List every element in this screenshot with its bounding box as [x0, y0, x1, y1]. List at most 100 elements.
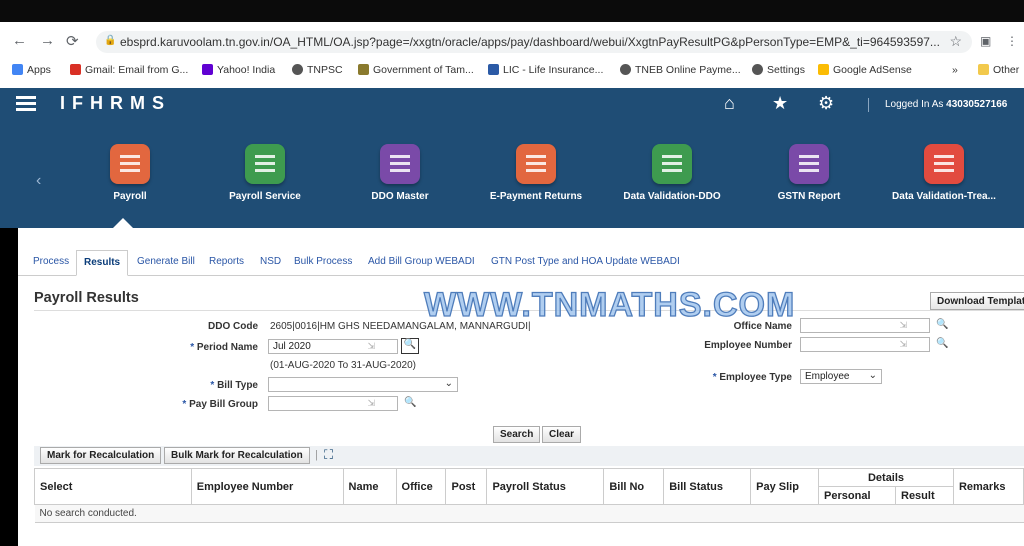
data-validation-tile-icon — [652, 144, 692, 184]
column-header[interactable]: Payroll Status — [486, 468, 605, 505]
address-row: ← → ⟳ 🔒 ebsprd.karuvoolam.tn.gov.in/OA_H… — [0, 22, 1024, 58]
bulk-mark-for-recalculation-button[interactable]: Bulk Mark for Recalculation — [164, 447, 310, 464]
yahoo-icon — [202, 64, 213, 75]
app-logo: IFHRMS — [60, 93, 171, 113]
results-toolbar: Mark for Recalculation Bulk Mark for Rec… — [34, 446, 1024, 466]
tile-label: Data Validation-Trea... — [892, 191, 996, 202]
bookmark-settings[interactable]: Settings — [752, 64, 805, 76]
home-icon[interactable]: ⌂ — [724, 93, 735, 114]
browser-chrome: ← → ⟳ 🔒 ebsprd.karuvoolam.tn.gov.in/OA_H… — [0, 22, 1024, 88]
column-header[interactable]: Office — [395, 468, 447, 505]
column-header[interactable]: Post — [445, 468, 488, 505]
column-header[interactable]: Bill No — [603, 468, 665, 505]
bookmark-government[interactable]: Government of Tam... — [358, 64, 474, 76]
office-search-icon[interactable]: 🔍 — [936, 319, 948, 330]
main-content: Process Results Generate Bill Reports NS… — [18, 228, 1024, 546]
column-header[interactable]: Pay Slip — [750, 468, 820, 505]
tile-data-validation-ddo[interactable]: Data Validation-DDO — [592, 144, 752, 202]
data-validation-treasury-tile-icon — [924, 144, 964, 184]
bookmarks-overflow[interactable]: » — [952, 64, 958, 76]
page-title: Payroll Results — [34, 290, 139, 306]
tab-add-bill-group[interactable]: Add Bill Group WEBADI — [368, 256, 475, 267]
column-header[interactable]: Remarks — [952, 468, 1024, 505]
tab-gtn-post-type[interactable]: GTN Post Type and HOA Update WEBADI — [491, 256, 680, 267]
logged-in-info: Logged In As 43030527166 — [885, 99, 1008, 110]
employee-type-label: * Employee Type — [712, 372, 792, 383]
column-subheader[interactable]: Result — [895, 486, 954, 505]
active-tile-pointer — [113, 218, 133, 228]
bookmark-yahoo[interactable]: Yahoo! India — [202, 64, 275, 76]
favorites-star-icon[interactable]: ★ — [772, 93, 788, 114]
bookmarks-bar: Apps Gmail: Email from G... Yahoo! India… — [0, 60, 1024, 82]
ddo-master-tile-icon — [380, 144, 420, 184]
tab-bulk-process[interactable]: Bulk Process — [294, 256, 352, 267]
tab-process[interactable]: Process — [33, 256, 69, 267]
chevron-down-icon: ⌄ — [444, 378, 453, 389]
lock-icon: 🔒 — [104, 35, 117, 46]
search-button[interactable]: Search — [493, 426, 541, 443]
employee-number-label: Employee Number — [704, 340, 792, 351]
period-name-input[interactable]: Jul 2020 ⇲ — [268, 339, 398, 354]
bookmark-adsense[interactable]: Google AdSense — [818, 64, 912, 76]
toolbar-separator: | — [315, 449, 318, 461]
carousel-left-icon[interactable]: ‹ — [36, 172, 41, 190]
results-table: Select Employee Number Name Office Post … — [34, 468, 1024, 523]
download-template-button[interactable]: Download Templat — [930, 292, 1024, 310]
tile-data-validation-treasury[interactable]: Data Validation-Trea... — [864, 144, 1024, 202]
bookmark-other[interactable]: Other — [978, 64, 1019, 76]
tab-generate-bill[interactable]: Generate Bill — [137, 256, 195, 267]
column-subheader[interactable]: Personal — [818, 486, 896, 505]
ddo-code-label: DDO Code — [208, 321, 258, 332]
bill-type-select[interactable]: ⌄ — [268, 377, 458, 392]
forward-icon[interactable]: → — [40, 32, 55, 49]
bookmark-apps[interactable]: Apps — [12, 64, 51, 76]
period-range: (01-AUG-2020 To 31-AUG-2020) — [270, 360, 416, 371]
emblem-icon — [358, 64, 369, 75]
gstn-report-tile-icon — [789, 144, 829, 184]
tab-nsd[interactable]: NSD — [260, 256, 281, 267]
bookmark-star-icon[interactable]: ☆ — [949, 33, 962, 50]
extension-icon[interactable]: ▣ — [980, 34, 991, 48]
office-name-label: Office Name — [733, 321, 792, 332]
lic-icon — [488, 64, 499, 75]
hamburger-menu-icon[interactable] — [16, 96, 36, 114]
e-payment-tile-icon — [516, 144, 556, 184]
ddo-code-value: 2605|0016|HM GHS NEEDAMANGALAM, MANNARGU… — [270, 321, 531, 332]
column-header[interactable]: Select — [34, 468, 192, 505]
back-icon[interactable]: ← — [12, 32, 27, 49]
payroll-tile-icon — [110, 144, 150, 184]
tab-reports[interactable]: Reports — [209, 256, 244, 267]
employee-type-select[interactable]: Employee ⌄ — [800, 369, 882, 384]
watermark-text: WWW.TNMATHS.COM — [423, 285, 796, 324]
tab-results[interactable]: Results — [76, 250, 129, 276]
mark-for-recalculation-button[interactable]: Mark for Recalculation — [40, 447, 162, 464]
header-separator — [868, 98, 869, 112]
bookmark-lic[interactable]: LIC - Life Insurance... — [488, 64, 603, 76]
office-name-input[interactable]: ⇲ — [800, 318, 930, 333]
column-header[interactable]: Bill Status — [663, 468, 752, 505]
tile-label: Data Validation-DDO — [623, 191, 721, 202]
clear-button[interactable]: Clear — [542, 426, 582, 443]
globe-icon — [752, 64, 763, 75]
detach-table-icon[interactable]: ⛶ — [324, 447, 333, 463]
url-text: ebsprd.karuvoolam.tn.gov.in/OA_HTML/OA.j… — [120, 35, 940, 49]
address-bar[interactable]: 🔒 ebsprd.karuvoolam.tn.gov.in/OA_HTML/OA… — [96, 31, 972, 53]
bookmark-gmail[interactable]: Gmail: Email from G... — [70, 64, 188, 76]
bill-type-label: * Bill Type — [210, 380, 258, 391]
pay-bill-group-input[interactable]: ⇲ — [268, 396, 398, 411]
adsense-icon — [818, 64, 829, 75]
screen-top-band — [0, 0, 1024, 22]
app-header: IFHRMS ⌂ ★ ⚙ Logged In As 43030527166 ‹ … — [0, 88, 1024, 228]
column-header[interactable]: Employee Number — [190, 468, 344, 505]
employee-search-icon[interactable]: 🔍 — [936, 338, 948, 349]
bookmark-tnpsc[interactable]: TNPSC — [292, 64, 343, 76]
menu-icon[interactable]: ⋮ — [1006, 34, 1018, 48]
pay-bill-group-search-icon[interactable]: 🔍 — [404, 397, 416, 408]
user-id: 43030527166 — [946, 99, 1008, 110]
reload-icon[interactable]: ⟳ — [66, 32, 79, 50]
column-header[interactable]: Name — [342, 468, 397, 505]
period-search-icon[interactable]: 🔍 — [401, 338, 419, 354]
bookmark-tneb[interactable]: TNEB Online Payme... — [620, 64, 741, 76]
settings-gear-icon[interactable]: ⚙ — [818, 93, 834, 114]
employee-number-input[interactable]: ⇲ — [800, 337, 930, 352]
